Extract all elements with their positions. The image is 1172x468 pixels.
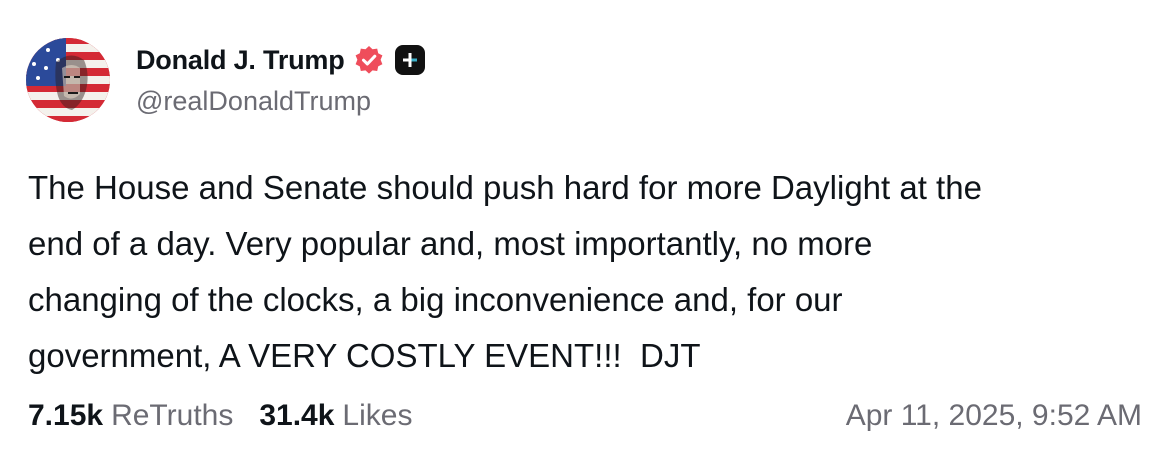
likes-label[interactable]: Likes (342, 399, 412, 433)
avatar[interactable] (26, 38, 110, 122)
truth-post-card: Donald J. Trump @realDonaldTrump The Hou… (0, 0, 1172, 468)
likes-count[interactable]: 31.4k (259, 399, 334, 433)
post-timestamp[interactable]: Apr 11, 2025, 9:52 AM (846, 399, 1142, 433)
verified-badge-icon (353, 44, 385, 76)
post-text: The House and Senate should push hard fo… (28, 169, 982, 374)
retruths-label[interactable]: ReTruths (111, 399, 233, 433)
avatar-image (26, 38, 110, 122)
post-stats: 7.15k ReTruths 31.4k Likes (28, 399, 412, 433)
retruths-count[interactable]: 7.15k (28, 399, 103, 433)
display-name[interactable]: Donald J. Trump (136, 45, 345, 76)
truth-plus-icon (394, 45, 425, 75)
user-handle[interactable]: @realDonaldTrump (136, 86, 371, 117)
author-row: Donald J. Trump (136, 40, 425, 80)
